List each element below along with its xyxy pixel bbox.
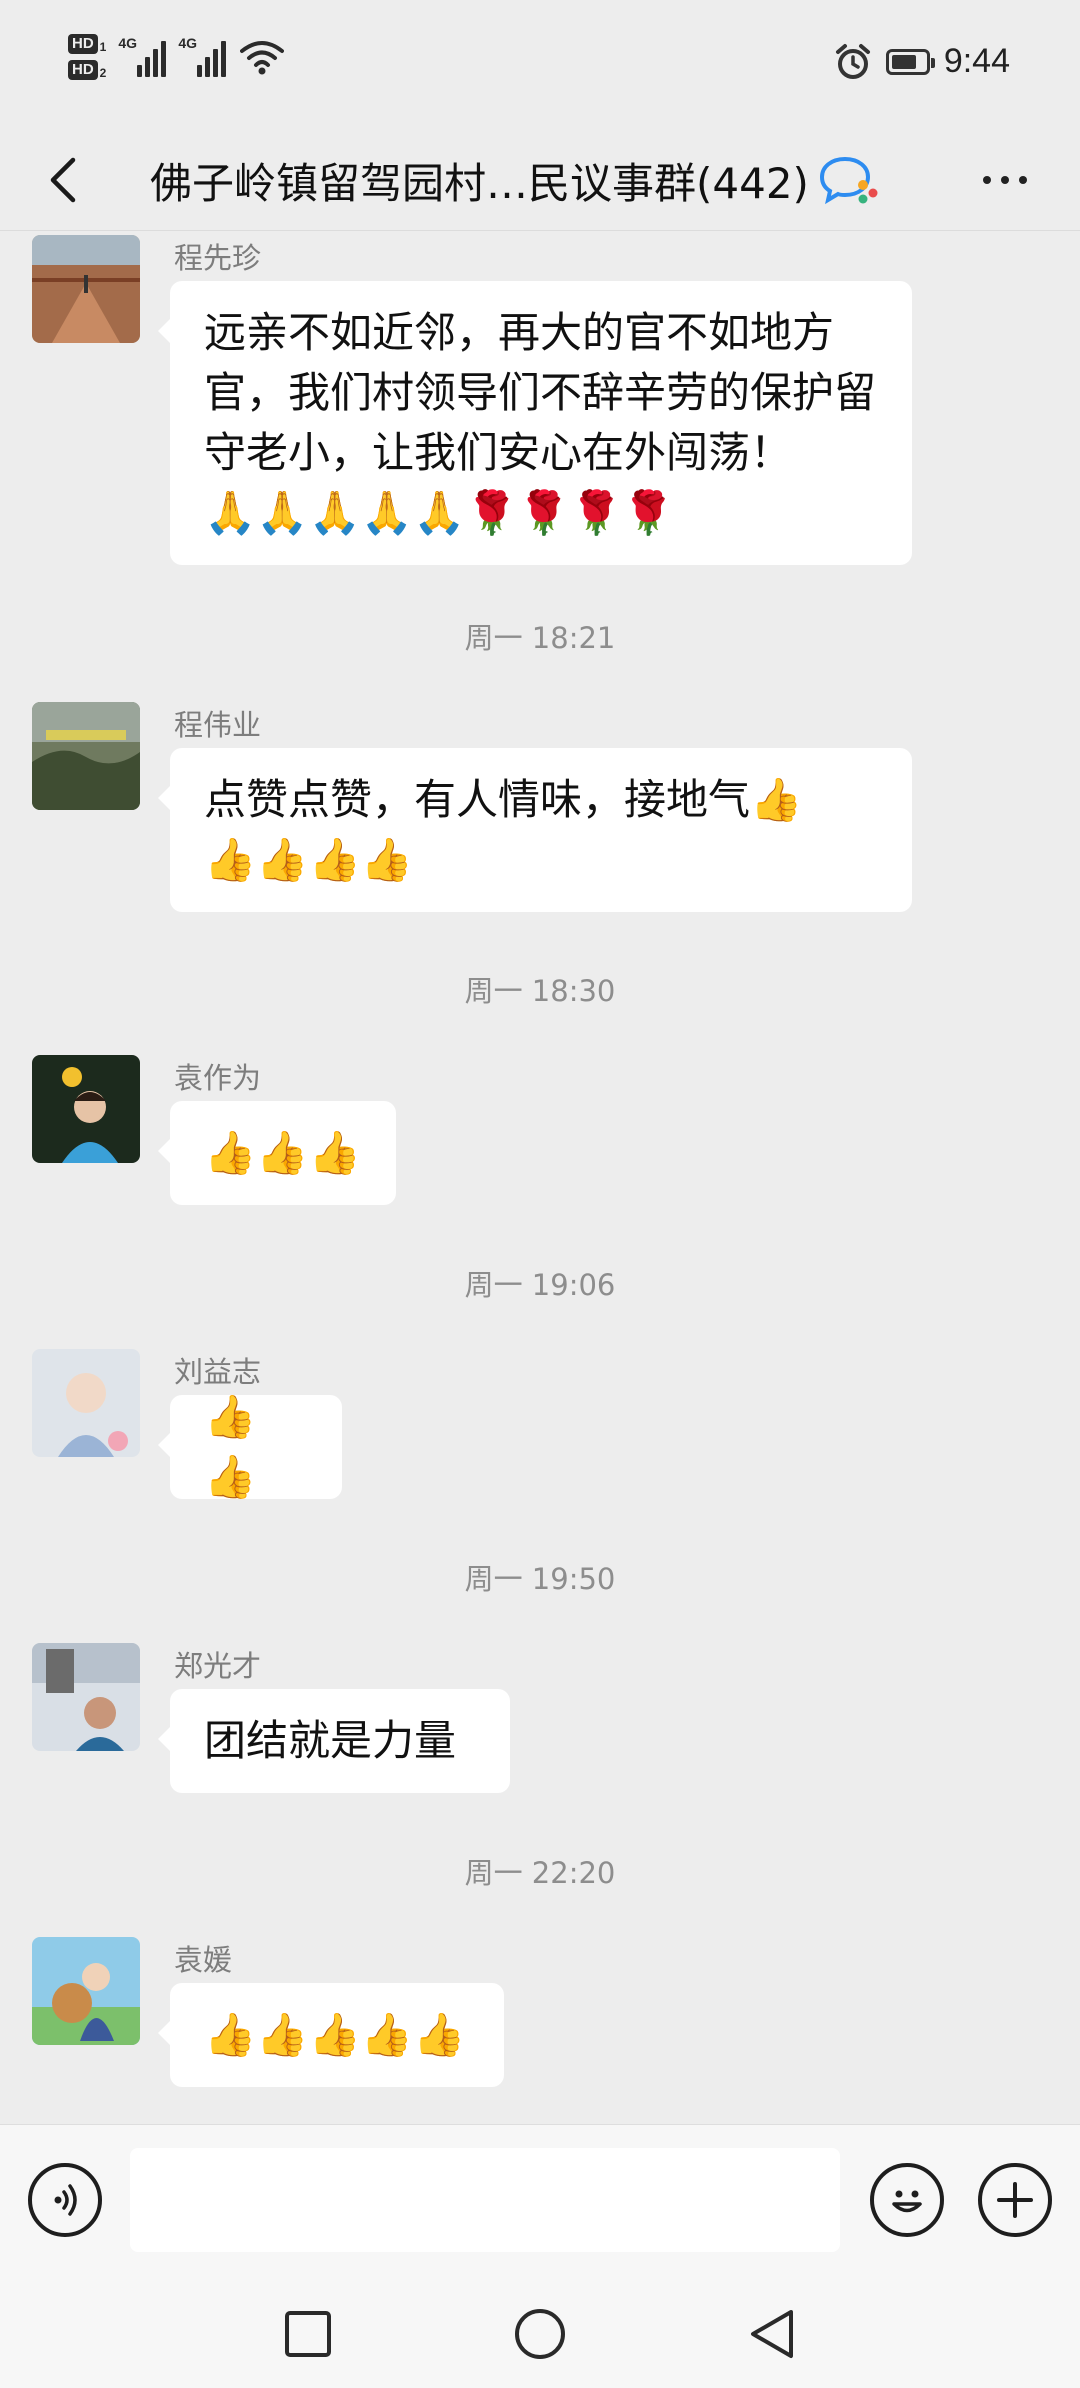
avatar[interactable]	[32, 235, 140, 343]
message-input-bar	[0, 2124, 1080, 2283]
avatar[interactable]	[32, 702, 140, 810]
alarm-icon	[835, 43, 870, 79]
message-text: 远亲不如近邻，再大的官不如地方官，我们村领导们不辞辛劳的保护留守老小，让我们安心…	[204, 308, 877, 477]
chat-header: 佛子岭镇留驾园村…民议事群(442)	[0, 130, 1080, 231]
timestamp: 周一 18:30	[464, 974, 616, 1008]
timestamp: 周一 18:21	[464, 621, 616, 655]
avatar-image	[32, 1937, 140, 2045]
sender-name: 刘益志	[174, 1355, 262, 1389]
status-indicators-left: HD 1 HD 2 4G 4G	[68, 34, 285, 80]
group-chat-icon	[819, 156, 878, 205]
status-time: 9:44	[943, 42, 1010, 80]
avatar[interactable]	[32, 1055, 140, 1163]
timestamp: 周一 19:06	[464, 1268, 616, 1302]
more-dot	[983, 176, 991, 184]
network-type-label: 4G	[178, 35, 198, 51]
plus-icon	[997, 2182, 1033, 2218]
more-dot	[1019, 176, 1027, 184]
avatar-image	[32, 1055, 140, 1163]
voice-button[interactable]	[28, 2163, 102, 2237]
message-bubble[interactable]: 👍👍	[158, 1392, 342, 1501]
back-chevron-icon	[50, 157, 76, 203]
emoji-smile-icon	[892, 2190, 922, 2213]
timestamp: 周一 22:20	[464, 1856, 616, 1890]
avatar[interactable]	[32, 1937, 140, 2045]
message-emoji: 👍👍👍	[204, 1128, 361, 1177]
message-bubble[interactable]: 点赞点赞，有人情味，接地气👍 👍👍👍👍	[158, 748, 912, 912]
signal-icon-sim1: 4G	[118, 35, 167, 77]
avatar-image	[32, 235, 140, 343]
voice-icon	[54, 2184, 77, 2216]
back-button[interactable]	[30, 148, 94, 212]
back-triangle-icon	[751, 2310, 793, 2358]
home-circle-icon	[515, 2309, 565, 2359]
status-indicators-right: 9:44	[834, 42, 1010, 81]
hd-label: HD	[68, 34, 98, 54]
sender-name: 郑光才	[174, 1649, 262, 1683]
recents-button[interactable]	[278, 2304, 338, 2364]
hd-label: HD	[68, 60, 98, 80]
message-emoji: 👍👍👍👍👍	[204, 2010, 466, 2059]
more-functions-button[interactable]	[978, 2163, 1052, 2237]
message-text: 点赞点赞，有人情味，接地气	[204, 775, 751, 824]
chat-message-list[interactable]: 程先珍 远亲不如近邻，再大的官不如地方官，我们村领导们不辞辛劳的保护留守老小，让…	[0, 231, 1080, 2124]
home-button[interactable]	[510, 2304, 570, 2364]
hd-indicators: HD 1 HD 2	[68, 34, 106, 80]
more-options-button[interactable]	[970, 148, 1040, 212]
hd-badge-sim2: HD 2	[68, 60, 106, 80]
signal-icon-sim2: 4G	[178, 35, 227, 77]
battery-level	[891, 54, 916, 69]
sender-name: 袁媛	[174, 1943, 233, 1977]
chat-title-area[interactable]: 佛子岭镇留驾园村…民议事群(442)	[150, 130, 881, 230]
message-bubble[interactable]: 团结就是力量	[158, 1689, 510, 1793]
avatar-image	[32, 1349, 140, 1457]
message-emoji: 🙏🙏🙏🙏🙏🌹🌹🌹🌹	[204, 488, 675, 537]
message-bubble[interactable]: 👍👍👍	[158, 1101, 396, 1205]
message-bubble[interactable]: 👍👍👍👍👍	[158, 1983, 504, 2087]
hd-sim-number: 2	[99, 66, 107, 80]
chat-title: 佛子岭镇留驾园村…民议事群(442)	[150, 158, 809, 208]
more-dot	[1001, 176, 1009, 184]
avatar[interactable]	[32, 1349, 140, 1457]
avatar[interactable]	[32, 1643, 140, 1751]
avatar-image	[32, 702, 140, 810]
sender-name: 程先珍	[174, 241, 262, 275]
wifi-icon	[240, 41, 285, 75]
sticker-button[interactable]	[870, 2163, 944, 2237]
timestamp: 周一 19:50	[464, 1562, 616, 1596]
message-line: 点赞点赞，有人情味，接地气👍	[204, 770, 878, 830]
network-type-label: 4G	[118, 35, 138, 51]
battery-icon	[885, 48, 935, 75]
message-emoji: 👍👍👍👍	[204, 835, 414, 884]
message-input[interactable]	[130, 2148, 840, 2252]
status-bar: HD 1 HD 2 4G 4G 9:44	[0, 0, 1080, 130]
message-bubble[interactable]: 远亲不如近邻，再大的官不如地方官，我们村领导们不辞辛劳的保护留守老小，让我们安心…	[158, 281, 912, 565]
sender-name: 袁作为	[174, 1061, 262, 1095]
sender-name: 程伟业	[174, 708, 262, 742]
message-emoji: 👍	[750, 775, 803, 824]
hd-badge-sim1: HD 1	[68, 34, 106, 54]
back-nav-button[interactable]	[742, 2304, 802, 2364]
hd-sim-number: 1	[99, 40, 107, 54]
avatar-image	[32, 1643, 140, 1751]
message-emoji: 👍👍	[204, 1392, 257, 1501]
message-text: 团结就是力量	[204, 1716, 457, 1765]
system-nav-bar	[0, 2282, 1080, 2388]
recents-square-icon	[285, 2311, 331, 2357]
